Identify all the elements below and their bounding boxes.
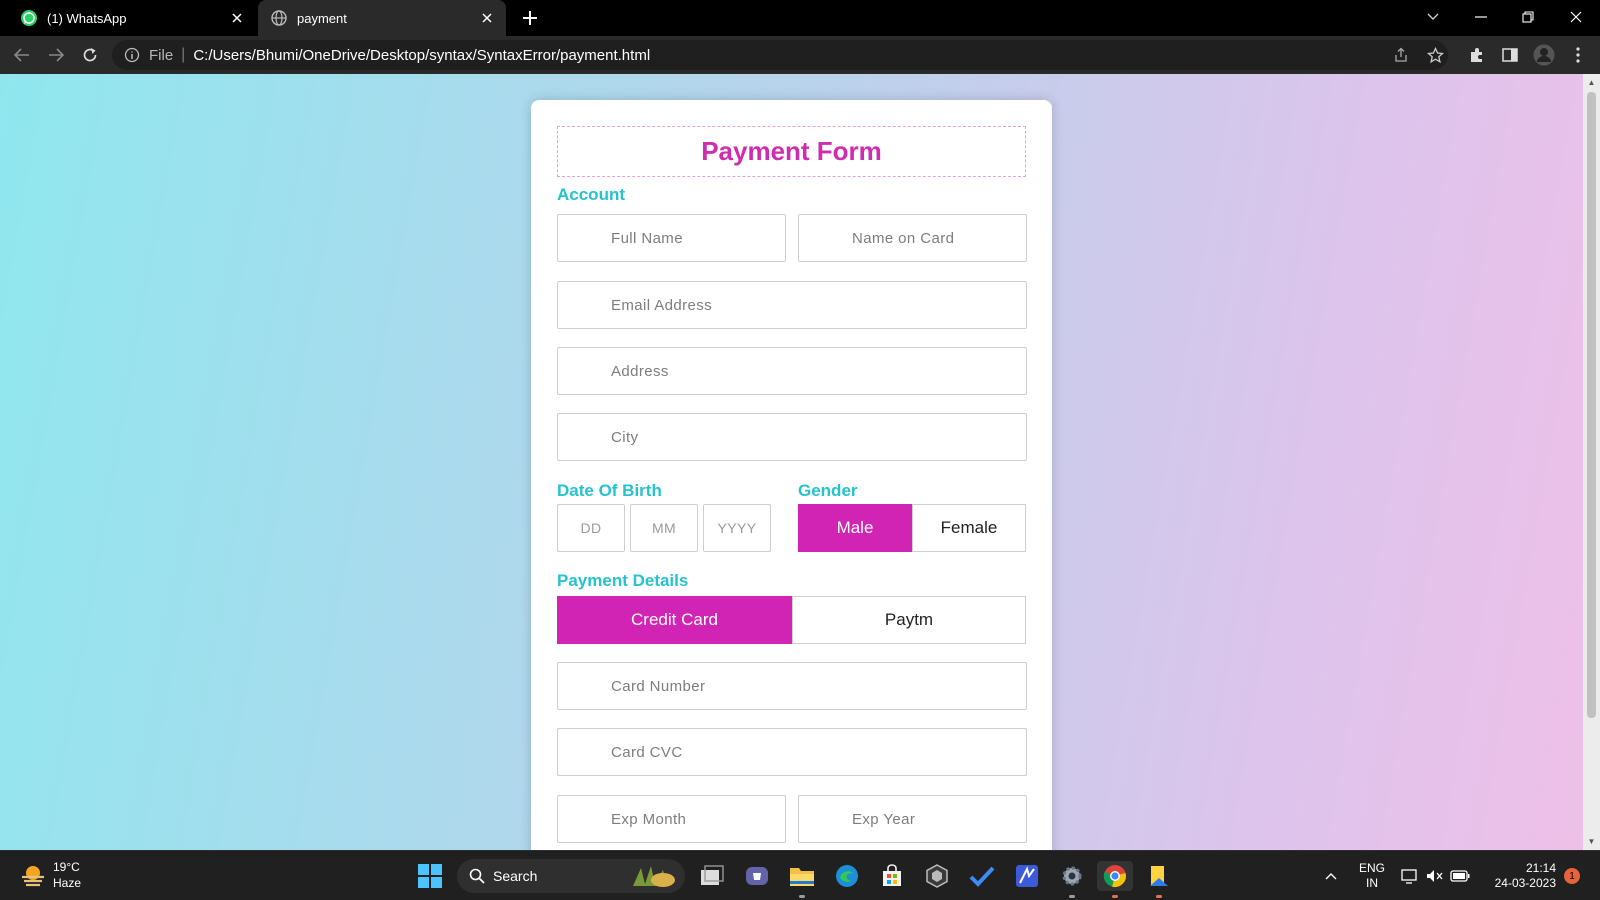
side-panel-icon[interactable] — [1498, 43, 1522, 67]
new-tab-plus-icon[interactable] — [518, 6, 542, 30]
task-view-icon[interactable] — [697, 861, 727, 891]
payment-form-card: Payment Form Account Full Name Name on C… — [531, 100, 1052, 850]
credit-card-option[interactable]: Credit Card — [557, 596, 792, 644]
address-input[interactable]: Address — [557, 347, 1027, 395]
todo-check-icon[interactable] — [967, 861, 997, 891]
paytm-option[interactable]: Paytm — [792, 596, 1026, 644]
restore-icon[interactable] — [1513, 4, 1543, 30]
battery-icon[interactable] — [1445, 861, 1475, 891]
clock[interactable]: 21:14 24-03-2023 — [1480, 861, 1556, 891]
language-indicator[interactable]: ENG IN — [1356, 861, 1388, 891]
url-separator: | — [181, 46, 186, 63]
back-icon[interactable] — [10, 43, 34, 67]
share-icon[interactable] — [1389, 43, 1413, 67]
whatsapp-icon — [20, 9, 38, 27]
email-input[interactable]: Email Address — [557, 281, 1027, 329]
close-tab-icon[interactable] — [226, 7, 248, 29]
language-code: ENG — [1358, 861, 1385, 875]
windows-start-icon[interactable] — [415, 861, 445, 891]
running-indicator — [799, 895, 805, 898]
search-highlight-icon — [633, 866, 675, 887]
minimize-icon[interactable] — [1466, 4, 1496, 30]
card-cvc-input[interactable]: Card CVC — [557, 728, 1027, 776]
gender-male-option[interactable]: Male — [798, 504, 912, 552]
form-title: Payment Form — [701, 136, 882, 166]
page-viewport: Payment Form Account Full Name Name on C… — [0, 74, 1583, 850]
scrollbar-thumb[interactable] — [1587, 92, 1596, 718]
weather-condition: Haze — [53, 876, 82, 890]
account-section-label: Account — [557, 185, 625, 204]
info-icon[interactable] — [124, 47, 140, 63]
clock-time: 21:14 — [1525, 861, 1556, 875]
clock-date: 24-03-2023 — [1494, 876, 1556, 890]
gender-female-option[interactable]: Female — [912, 504, 1026, 552]
chrome-icon[interactable] — [1097, 861, 1133, 891]
profile-avatar-icon[interactable] — [1532, 43, 1556, 67]
windows-taskbar: 19°C Haze Search ENG IN 21:14 24-03-2023… — [0, 850, 1600, 900]
browser-tab-strip: (1) WhatsApp payment — [0, 0, 1600, 36]
tab-title: payment — [297, 10, 347, 26]
teams-chat-icon[interactable] — [742, 861, 772, 891]
card-number-input[interactable]: Card Number — [557, 662, 1027, 710]
weather-temperature: 19°C — [53, 860, 80, 874]
taskbar-search-box[interactable]: Search — [457, 859, 685, 893]
tab-whatsapp[interactable]: (1) WhatsApp — [8, 0, 256, 36]
globe-icon — [270, 9, 288, 27]
full-name-input[interactable]: Full Name — [557, 214, 786, 262]
form-title-box: Payment Form — [557, 126, 1026, 177]
exp-month-input[interactable]: Exp Month — [557, 795, 786, 843]
close-tab-icon[interactable] — [476, 7, 498, 29]
running-indicator — [1069, 895, 1075, 898]
settings-gear-icon[interactable] — [1057, 861, 1087, 891]
url-text[interactable]: C:/Users/Bhumi/OneDrive/Desktop/syntax/S… — [193, 47, 650, 64]
notepad-file-icon[interactable] — [1144, 861, 1174, 891]
extensions-icon[interactable] — [1465, 43, 1489, 67]
taskbar-search-label: Search — [493, 868, 538, 884]
tray-chevron-up-icon[interactable] — [1316, 861, 1346, 891]
tab-search-chevron-icon[interactable] — [1418, 4, 1448, 30]
url-scheme: File — [149, 46, 174, 64]
tab-payment[interactable]: payment — [258, 0, 506, 36]
dob-section-label: Date Of Birth — [557, 481, 662, 500]
microsoft-store-icon[interactable] — [877, 861, 907, 891]
page-scrollbar[interactable]: ▲ ▼ — [1583, 74, 1600, 850]
browser-toolbar: File | C:/Users/Bhumi/OneDrive/Desktop/s… — [0, 36, 1600, 74]
dob-day-input[interactable]: DD — [557, 504, 625, 552]
tab-title: (1) WhatsApp — [47, 10, 127, 26]
app-blue-square-icon[interactable] — [1012, 861, 1042, 891]
exp-year-input[interactable]: Exp Year — [798, 795, 1027, 843]
scroll-down-arrow-icon[interactable]: ▼ — [1587, 837, 1596, 846]
menu-kebab-icon[interactable] — [1566, 43, 1590, 67]
bookmark-star-icon[interactable] — [1423, 43, 1447, 67]
dob-year-input[interactable]: YYYY — [703, 504, 771, 552]
forward-icon[interactable] — [44, 43, 68, 67]
dob-month-input[interactable]: MM — [630, 504, 698, 552]
region-code: IN — [1366, 876, 1378, 890]
search-icon — [469, 868, 485, 884]
running-indicator — [1156, 895, 1162, 898]
city-input[interactable]: City — [557, 413, 1027, 461]
notification-badge[interactable]: 1 — [1564, 868, 1580, 884]
file-explorer-icon[interactable] — [787, 861, 817, 891]
weather-haze-icon[interactable] — [19, 863, 47, 889]
payment-details-label: Payment Details — [557, 571, 689, 590]
running-indicator — [1112, 895, 1118, 898]
app-hexagon-icon[interactable] — [922, 861, 952, 891]
reload-icon[interactable] — [78, 43, 102, 67]
edge-browser-icon[interactable] — [832, 861, 862, 891]
scroll-up-arrow-icon[interactable]: ▲ — [1587, 78, 1596, 87]
close-window-icon[interactable] — [1561, 4, 1591, 30]
gender-section-label: Gender — [798, 481, 858, 500]
name-on-card-input[interactable]: Name on Card — [798, 214, 1027, 262]
address-bar[interactable]: File | C:/Users/Bhumi/OneDrive/Desktop/s… — [112, 40, 1448, 70]
